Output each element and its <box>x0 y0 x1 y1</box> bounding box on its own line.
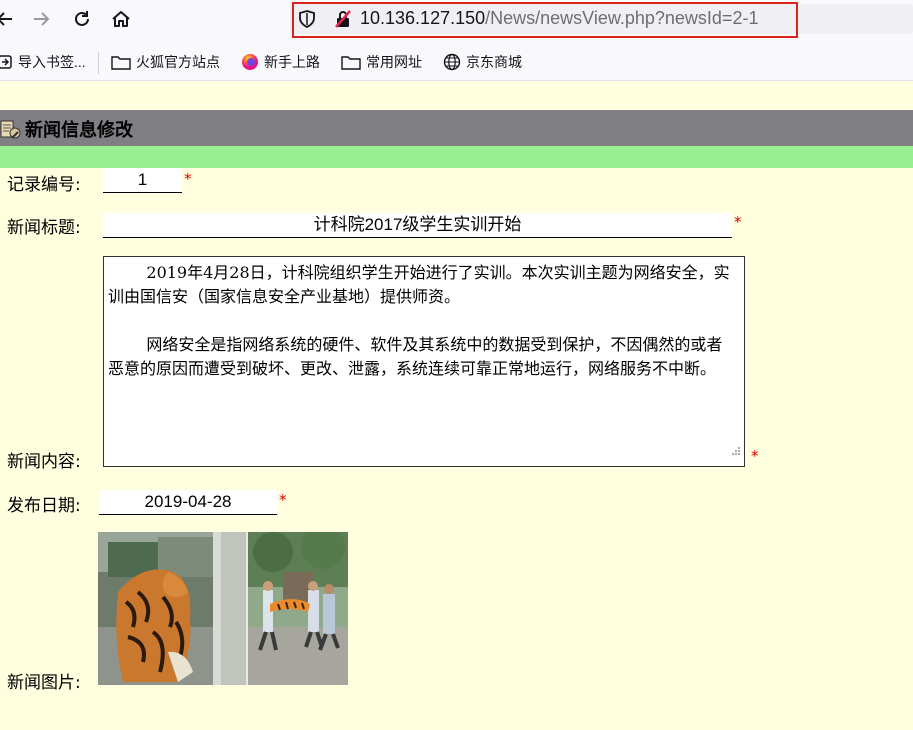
bookmark-separator <box>98 52 99 74</box>
content-paragraph: 2019年4月28日，计科院组织学生开始进行了实训。本次实训主题为网络安全，实训… <box>108 263 730 306</box>
news-image <box>98 532 348 685</box>
record-id-label: 记录编号: <box>7 175 81 195</box>
news-title-input[interactable] <box>103 213 732 238</box>
page-header: 新闻信息修改 <box>0 110 913 146</box>
resize-grip-icon[interactable] <box>731 439 741 463</box>
required-mark: * <box>734 213 742 231</box>
back-button[interactable] <box>0 6 18 32</box>
news-content-textarea[interactable]: 2019年4月28日，计科院组织学生开始进行了实训。本次实训主题为网络安全，实训… <box>103 256 745 467</box>
page-title: 新闻信息修改 <box>25 120 133 141</box>
content-paragraph: 网络安全是指网络系统的硬件、软件及其系统中的数据受到保护，不因偶然的或者恶意的原… <box>108 335 723 378</box>
forward-button[interactable] <box>28 6 54 32</box>
required-mark: * <box>184 170 192 188</box>
navigation-toolbar: 10.136.127.150/News/newsView.php?newsId=… <box>0 0 913 40</box>
folder-icon <box>111 54 131 70</box>
news-edit-icon <box>0 118 22 146</box>
bookmark-label: 京东商城 <box>466 54 522 70</box>
url-text[interactable]: 10.136.127.150/News/newsView.php?newsId=… <box>360 8 758 29</box>
bookmark-jd[interactable]: 京东商城 <box>443 52 522 72</box>
news-title-label: 新闻标题: <box>7 218 81 238</box>
news-image-label: 新闻图片: <box>7 673 81 693</box>
firefox-icon <box>241 53 259 71</box>
bookmark-label: 新手上路 <box>264 54 320 70</box>
publish-date-label: 发布日期: <box>7 496 81 516</box>
forward-arrow-icon <box>34 12 50 26</box>
url-host: 10.136.127.150 <box>360 8 486 28</box>
publish-date-input[interactable] <box>99 490 277 515</box>
import-icon <box>0 54 13 70</box>
home-button[interactable] <box>108 6 134 32</box>
header-divider-bar <box>0 146 913 168</box>
globe-icon <box>443 53 461 71</box>
bookmark-label: 导入书签... <box>18 54 86 70</box>
news-content-label: 新闻内容: <box>7 452 81 472</box>
back-arrow-icon <box>0 12 12 26</box>
home-icon <box>112 11 130 27</box>
content-blank-line <box>108 309 738 333</box>
bookmark-import[interactable]: 导入书签... <box>0 52 86 72</box>
reload-button[interactable] <box>69 6 95 32</box>
bookmark-getting-started[interactable]: 新手上路 <box>241 52 320 72</box>
required-mark: * <box>751 447 759 465</box>
bookmark-label: 火狐官方站点 <box>136 54 220 70</box>
record-id-input[interactable] <box>103 168 182 193</box>
required-mark: * <box>279 491 287 509</box>
bookmarks-toolbar: 导入书签... 火狐官方站点 新手上路 常用网址 京东商城 <box>0 44 913 78</box>
url-path: /News/newsView.php?newsId=2-1 <box>485 8 759 28</box>
reload-icon <box>75 11 89 26</box>
folder-icon <box>341 54 361 70</box>
browser-chrome: 10.136.127.150/News/newsView.php?newsId=… <box>0 0 913 81</box>
bookmark-firefox-site[interactable]: 火狐官方站点 <box>111 52 220 72</box>
bookmark-label: 常用网址 <box>366 54 422 70</box>
bookmark-common-sites[interactable]: 常用网址 <box>341 52 422 72</box>
